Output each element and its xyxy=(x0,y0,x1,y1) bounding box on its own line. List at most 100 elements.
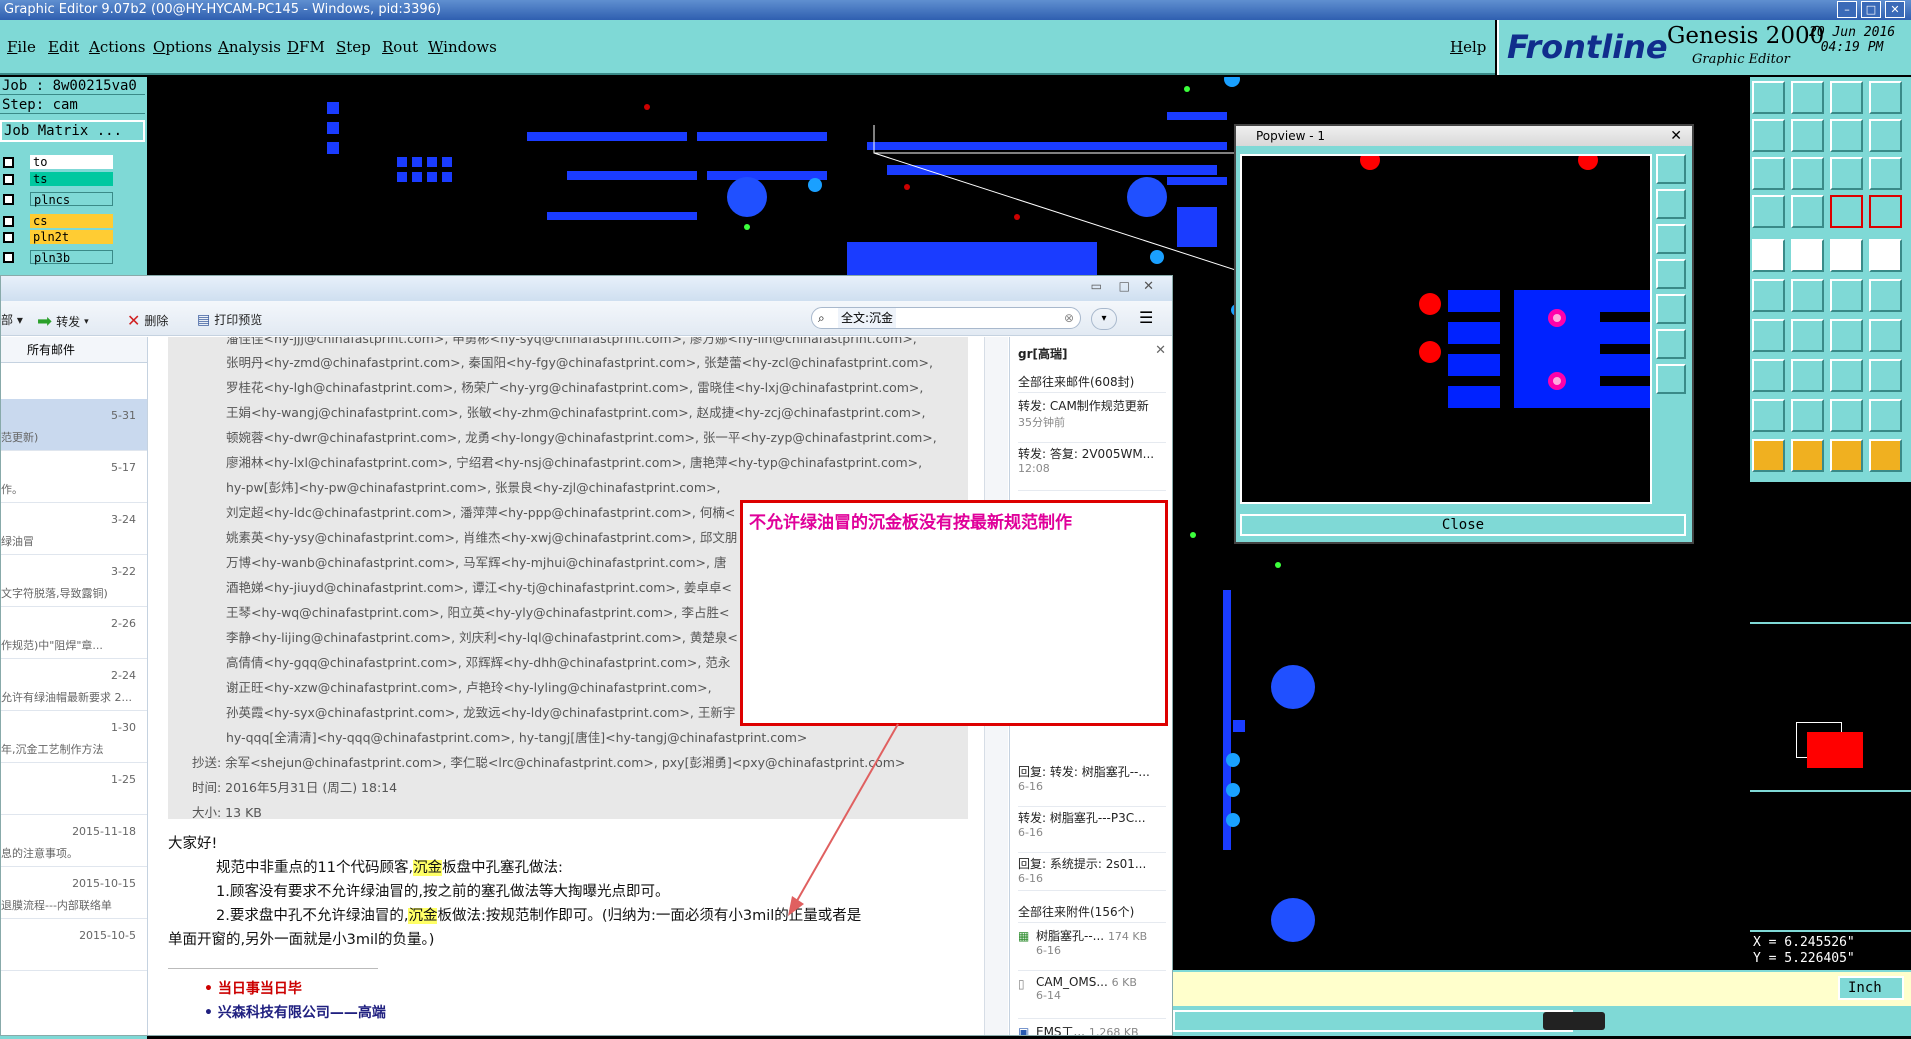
list-item[interactable]: 3-24 绿油冒 xyxy=(1,503,147,555)
maximize-icon[interactable]: □ xyxy=(1861,1,1881,18)
menu-icon[interactable]: ☰ xyxy=(1139,308,1153,327)
overview-map[interactable] xyxy=(1750,622,1911,792)
tool-button[interactable] xyxy=(1791,195,1824,228)
tool-button[interactable] xyxy=(1752,195,1785,228)
tool-button[interactable] xyxy=(1869,81,1902,114)
tool-button[interactable] xyxy=(1830,239,1863,272)
tool-button[interactable] xyxy=(1830,399,1863,432)
tool-button[interactable] xyxy=(1791,119,1824,152)
tool-button[interactable] xyxy=(1791,399,1824,432)
layer-checkbox[interactable] xyxy=(3,216,14,227)
attachment-item[interactable]: ▯ CAM_OMS... 6 KB 6-14 xyxy=(1018,975,1166,1019)
job-matrix-button[interactable]: Job Matrix ... xyxy=(0,120,145,142)
layer-row[interactable]: plncs xyxy=(0,191,145,207)
popview-close-button[interactable]: Close xyxy=(1240,514,1686,536)
list-item[interactable]: 5-31 范更新) xyxy=(1,399,147,451)
forward-button[interactable]: ➡ 转发 ▾ xyxy=(37,311,89,332)
tool-button[interactable] xyxy=(1752,81,1785,114)
tool-button[interactable] xyxy=(1869,279,1902,312)
list-item[interactable]: 2015-10-5 xyxy=(1,919,147,971)
related-mail-item[interactable]: 回复: 转发: 树脂塞孔--... 6-16 xyxy=(1018,763,1166,807)
tool-button[interactable] xyxy=(1869,119,1902,152)
popview-tool-button[interactable] xyxy=(1656,189,1686,219)
tool-button[interactable] xyxy=(1752,279,1785,312)
search-input[interactable]: ⌕ 全文:沉金 ⊗ xyxy=(811,307,1081,329)
list-item[interactable]: 2-26 作规范)中"阻焊"章... xyxy=(1,607,147,659)
layer-row[interactable]: cs xyxy=(0,213,145,229)
list-item[interactable]: 3-22 文字符脱落,导致露铜) xyxy=(1,555,147,607)
popview-canvas[interactable] xyxy=(1240,150,1652,504)
menu-step[interactable]: Step xyxy=(336,38,371,56)
tool-button[interactable] xyxy=(1752,439,1785,472)
units-button[interactable]: Inch xyxy=(1838,976,1904,1000)
minimize-icon[interactable]: – xyxy=(1837,1,1857,18)
layer-row[interactable]: ts xyxy=(0,171,145,187)
close-icon[interactable]: ✕ xyxy=(1670,126,1682,146)
popview-tool-button[interactable] xyxy=(1656,154,1686,184)
list-item[interactable]: 1-30 年,沉金工艺制作方法 xyxy=(1,711,147,763)
related-mail-item[interactable]: 转发: 答复: 2V005WM... 12:08 xyxy=(1018,445,1166,491)
tool-button[interactable] xyxy=(1830,195,1863,228)
popview-tool-button[interactable] xyxy=(1656,329,1686,359)
all-mail-dropdown[interactable]: 全部往来邮件(608封) xyxy=(1018,371,1166,393)
layer-checkbox[interactable] xyxy=(3,194,14,205)
tool-button[interactable] xyxy=(1830,157,1863,190)
tool-button[interactable] xyxy=(1869,319,1902,352)
list-item[interactable]: 2015-10-15 退膜流程---内部联络单 xyxy=(1,867,147,919)
tool-button[interactable] xyxy=(1830,81,1863,114)
tool-button[interactable] xyxy=(1791,359,1824,392)
list-item[interactable]: 1-25 xyxy=(1,763,147,815)
menu-rout[interactable]: Rout xyxy=(382,38,418,56)
tool-button[interactable] xyxy=(1791,279,1824,312)
menu-dfm[interactable]: DFM xyxy=(287,38,325,56)
tool-button[interactable] xyxy=(1791,81,1824,114)
menu-windows[interactable]: Windows xyxy=(428,38,497,56)
menu-file[interactable]: File xyxy=(7,38,36,56)
close-icon[interactable]: ✕ xyxy=(1143,279,1154,294)
tool-button[interactable] xyxy=(1791,439,1824,472)
all-attachments-dropdown[interactable]: 全部往来附件(156个) xyxy=(1018,901,1166,923)
tool-button[interactable] xyxy=(1869,359,1902,392)
related-mail-item[interactable]: 转发: CAM制作规范更新 35分钟前 xyxy=(1018,397,1166,443)
popview-tool-button[interactable] xyxy=(1656,224,1686,254)
related-mail-item[interactable]: 转发: 树脂塞孔---P3C... 6-16 xyxy=(1018,809,1166,853)
related-mail-item[interactable]: 回复: 系统提示: 2s01... 6-16 xyxy=(1018,855,1166,891)
menu-edit[interactable]: Edit xyxy=(48,38,79,56)
attachment-item[interactable]: ▣EMS工... 1,268 KB6-14 xyxy=(1018,1023,1166,1035)
attachment-item[interactable]: ▦ 树脂塞孔--... 174 KB 6-16 xyxy=(1018,927,1166,971)
close-icon[interactable]: ✕ xyxy=(1885,1,1905,18)
delete-button[interactable]: ✕ 删除 xyxy=(127,311,168,330)
tool-button[interactable] xyxy=(1869,439,1902,472)
list-item[interactable]: 2015-11-18 息的注意事项。 xyxy=(1,815,147,867)
list-item[interactable]: 5-17 作。 xyxy=(1,451,147,503)
tool-button[interactable] xyxy=(1830,279,1863,312)
mail-list-header[interactable]: 所有邮件 xyxy=(1,337,147,363)
close-icon[interactable]: ✕ xyxy=(1155,343,1166,358)
popview-tool-button[interactable] xyxy=(1656,364,1686,394)
ime-toolbar[interactable] xyxy=(1543,1012,1605,1030)
layer-checkbox[interactable] xyxy=(3,157,14,168)
tool-button[interactable] xyxy=(1752,239,1785,272)
tool-button[interactable] xyxy=(1869,239,1902,272)
menu-actions[interactable]: Actions xyxy=(89,38,145,56)
minimize-icon[interactable]: ▭ xyxy=(1091,279,1102,293)
tool-button[interactable] xyxy=(1830,359,1863,392)
tool-button[interactable] xyxy=(1752,359,1785,392)
tool-button[interactable] xyxy=(1830,439,1863,472)
tool-button[interactable] xyxy=(1830,319,1863,352)
tool-button[interactable] xyxy=(1791,157,1824,190)
layer-checkbox[interactable] xyxy=(3,174,14,185)
layer-checkbox[interactable] xyxy=(3,232,14,243)
popview-tool-button[interactable] xyxy=(1656,294,1686,324)
search-options-button[interactable]: ▾ xyxy=(1091,308,1117,330)
layer-row[interactable]: to xyxy=(0,154,145,170)
tool-button[interactable] xyxy=(1830,119,1863,152)
layer-row[interactable]: pln2t xyxy=(0,229,145,245)
tool-button[interactable] xyxy=(1752,157,1785,190)
pcb-canvas[interactable] xyxy=(147,77,1319,300)
layer-checkbox[interactable] xyxy=(3,252,14,263)
list-item[interactable]: 2-24 允许有绿油帽最新要求 2... xyxy=(1,659,147,711)
menu-analysis[interactable]: Analysis xyxy=(218,38,281,56)
tool-button[interactable] xyxy=(1869,399,1902,432)
tool-button[interactable] xyxy=(1752,399,1785,432)
